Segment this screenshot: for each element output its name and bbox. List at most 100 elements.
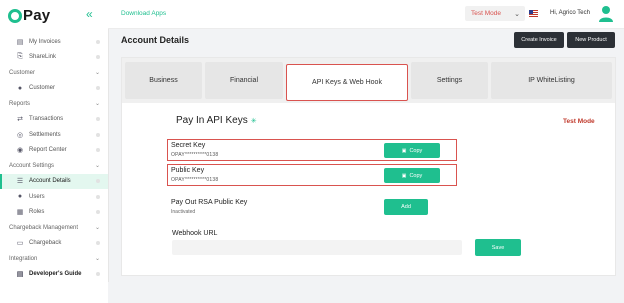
sidebar-item-label: Customer (29, 85, 56, 92)
sidebar-item-roles[interactable]: ▦ Roles (0, 205, 108, 221)
chargeback-icon: ▭ (16, 240, 24, 248)
sidebar-item-label: Users (29, 193, 45, 200)
sidebar-item-label: Account Settings (9, 162, 55, 169)
sidebar-item-label: Settlements (29, 131, 61, 138)
us-flag-icon[interactable] (529, 10, 538, 17)
user-icon: ● (17, 84, 23, 92)
copy-public-key-button[interactable]: ▣ Copy (384, 168, 440, 183)
account-details-card: Business Financial API Keys & Web Hook S… (121, 57, 616, 276)
sidebar-item-label: Reports (9, 100, 31, 107)
sidebar-item-label: Transactions (29, 116, 64, 123)
save-webhook-button[interactable]: Save (475, 239, 521, 256)
sidebar-item-label: Developer's Guide (29, 271, 82, 278)
sidebar-section-account-settings[interactable]: Account Settings ⌄ (0, 158, 108, 174)
tab-api-keys[interactable]: API Keys & Web Hook (286, 64, 408, 101)
tab-ip-whitelisting[interactable]: IP WhiteListing (491, 62, 612, 99)
webhook-url-input[interactable] (172, 240, 462, 255)
sidebar-item-my-invoices[interactable]: ▤ My Invoices (0, 34, 108, 50)
tab-financial[interactable]: Financial (205, 62, 283, 99)
mode-select[interactable]: Test Mode ⌄ (465, 6, 525, 21)
create-invoice-button[interactable]: Create Invoice (514, 32, 564, 48)
sidebar-section-integration[interactable]: Integration ⌄ (0, 251, 108, 267)
tab-bar: Business Financial API Keys & Web Hook S… (122, 58, 615, 103)
settlements-icon: ◎ (16, 131, 24, 139)
chevron-down-icon: ⌄ (94, 70, 100, 77)
tab-label: Financial (229, 77, 258, 84)
sidebar-item-report-center[interactable]: ◉ Report Center (0, 143, 108, 159)
pin-dot-icon[interactable] (96, 55, 100, 60)
report-icon: ◉ (16, 147, 24, 155)
pin-dot-icon[interactable] (96, 148, 100, 153)
users-icon: ● (17, 193, 23, 201)
secret-key-label: Secret Key (171, 142, 206, 149)
public-key-label: Public Key (171, 167, 205, 174)
sidebar-item-sharelink[interactable]: ⎘ ShareLink (0, 50, 108, 66)
section-title: Pay In API Keys ✳ (176, 115, 257, 126)
status-dot-icon: ✳ (250, 118, 257, 125)
mode-select-value: Test Mode (471, 10, 501, 17)
pin-dot-icon[interactable] (96, 241, 100, 246)
sidebar-item-label: My Invoices (29, 38, 61, 45)
copy-icon: ▣ (401, 172, 407, 179)
sidebar-section-customer[interactable]: Customer ⌄ (0, 65, 108, 81)
public-key-row: Public Key OPAY**********0138 ▣ Copy (167, 164, 457, 186)
page-title: Account Details (121, 35, 190, 45)
sidebar-item-label: Integration (9, 255, 38, 262)
pin-dot-icon[interactable] (96, 194, 100, 199)
roles-icon: ▦ (16, 209, 24, 217)
logo-mark (8, 8, 22, 23)
copy-icon: ▣ (401, 147, 407, 154)
tab-label: Business (149, 77, 178, 84)
new-product-button[interactable]: New Product (567, 32, 615, 48)
pin-dot-icon[interactable] (96, 179, 100, 184)
add-rsa-key-button[interactable]: Add (384, 199, 428, 215)
pin-dot-icon[interactable] (96, 272, 100, 277)
sidebar-item-users[interactable]: ● Users (0, 189, 108, 205)
invoice-icon: ▤ (16, 38, 24, 46)
sidebar-item-account-details[interactable]: ☰ Account Details (0, 173, 108, 189)
pin-dot-icon[interactable] (96, 39, 100, 44)
tab-label: IP WhiteListing (528, 77, 575, 84)
user-greeting: Hi, Agrico Tech (550, 10, 590, 16)
tab-label: API Keys & Web Hook (312, 79, 382, 86)
sidebar-item-transactions[interactable]: ⇄ Transactions (0, 112, 108, 128)
page-footer-area (108, 282, 624, 303)
collapse-sidebar-icon[interactable]: « (86, 7, 93, 21)
chevron-down-icon: ⌄ (514, 10, 520, 18)
download-apps-link[interactable]: Download Apps (121, 10, 166, 17)
pin-dot-icon[interactable] (96, 86, 100, 91)
sidebar-item-chargeback[interactable]: ▭ Chargeback (0, 236, 108, 252)
pin-dot-icon[interactable] (96, 132, 100, 137)
public-key-value: OPAY**********0138 (171, 177, 219, 183)
tab-label: Settings (436, 77, 463, 84)
pin-dot-icon[interactable] (96, 117, 100, 122)
guide-icon: ▤ (16, 271, 24, 279)
sidebar-section-chargeback-management[interactable]: Chargeback Management ⌄ (0, 220, 108, 236)
copy-label: Copy (409, 172, 423, 179)
chevron-down-icon: ⌄ (94, 256, 100, 263)
pin-dot-icon[interactable] (96, 210, 100, 215)
sidebar-item-settlements[interactable]: ◎ Settlements (0, 127, 108, 143)
sidebar-item-label: Customer (9, 69, 36, 76)
sidebar-item-label: Account Details (29, 178, 71, 185)
copy-secret-key-button[interactable]: ▣ Copy (384, 143, 440, 158)
top-bar: Download Apps Test Mode ⌄ Hi, Agrico Tec… (108, 0, 624, 29)
logo-text: Pay (23, 7, 51, 24)
tab-business[interactable]: Business (125, 62, 202, 99)
logo[interactable]: Pay (8, 7, 50, 24)
chevron-down-icon: ⌄ (94, 225, 100, 232)
tab-settings[interactable]: Settings (411, 62, 488, 99)
sidebar-item-developer-s-guide[interactable]: ▤ Developer's Guide (0, 267, 108, 283)
list-icon: ☰ (16, 178, 24, 186)
sidebar-section-reports[interactable]: Reports ⌄ (0, 96, 108, 112)
sidebar: Pay « ▤ My Invoices ⎘ ShareLink Customer ⌄ ● Cu… (0, 0, 109, 303)
sidebar-nav: ▤ My Invoices ⎘ ShareLink Customer ⌄ ● Customer… (0, 34, 108, 282)
secret-key-value: OPAY**********0138 (171, 152, 219, 158)
sidebar-item-customer[interactable]: ● Customer (0, 81, 108, 97)
test-mode-label: Test Mode (563, 118, 595, 125)
sidebar-item-label: Chargeback (29, 240, 62, 247)
transactions-icon: ⇄ (17, 116, 23, 124)
avatar-icon[interactable] (598, 5, 614, 22)
sidebar-item-label: Chargeback Management (9, 224, 79, 231)
sharelink-icon: ⎘ (17, 53, 23, 61)
